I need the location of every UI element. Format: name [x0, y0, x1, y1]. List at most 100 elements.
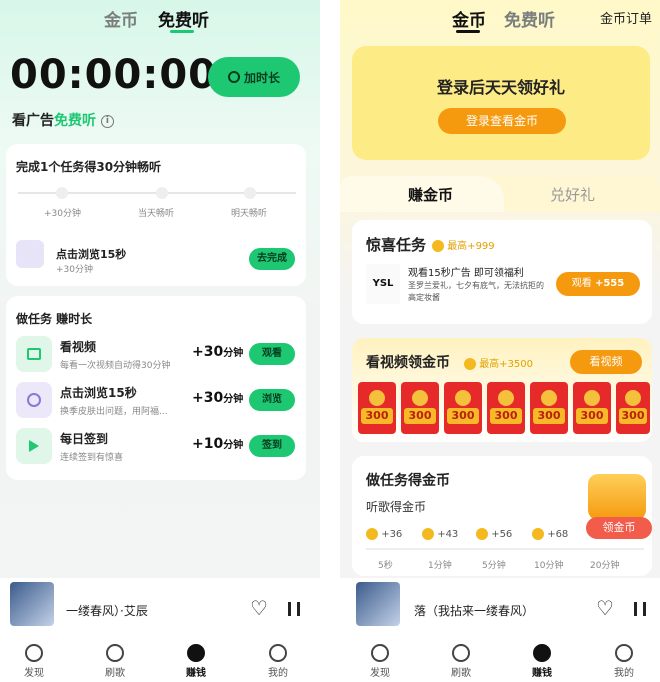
coin-icon — [432, 240, 444, 252]
tab-coins[interactable]: 金币 — [452, 6, 486, 31]
video-coins-card: 看视频领金币 最高+3500 看视频 300 300 300 300 300 3… — [352, 338, 652, 442]
add-time-label: 加时长 — [243, 70, 280, 85]
browse-icon — [16, 240, 44, 268]
task-coins-title: 做任务得金币 — [366, 473, 450, 489]
task-reward: +30分钟 — [192, 344, 244, 360]
listen-earn-label: 听歌得金币 — [366, 500, 427, 514]
headphones-icon — [106, 644, 124, 662]
surprise-task-card: 惊喜任务 最高+999 YSL 观看15秒广告 即可领福利 圣罗兰爱礼，七夕有底… — [352, 220, 652, 324]
tab-indicator — [170, 30, 194, 33]
heart-icon[interactable]: ♡ — [596, 598, 614, 618]
red-envelope[interactable]: 300 — [444, 382, 482, 434]
coin-orders-link[interactable]: 金币订单 — [600, 8, 652, 27]
album-cover[interactable] — [356, 582, 400, 626]
login-view-coins-button[interactable]: 登录查看金币 — [438, 108, 566, 134]
task-title: 点击浏览15秒 — [60, 386, 137, 400]
pause-icon[interactable] — [288, 602, 300, 616]
nav-discover[interactable]: 发现 — [360, 644, 400, 679]
timer-display: 00:00:00 — [10, 52, 217, 98]
progress-step-label: 明天畅听 — [231, 209, 268, 219]
go-complete-button[interactable]: 去完成 — [249, 248, 295, 270]
song-title: 一缕春风）·艾辰 — [66, 604, 148, 618]
left-screen: 金币 免费听 00:00:00 加时长 看广告免费听 i 完成1个任务得30分钟… — [0, 0, 320, 682]
progress-track — [366, 548, 644, 550]
song-title: 落（我拈来一缕春风） — [414, 604, 535, 618]
login-banner: 登录后天天领好礼 登录查看金币 — [352, 46, 650, 160]
nav-discover[interactable]: 发现 — [14, 644, 54, 679]
task-reward: +30分钟 — [192, 390, 244, 406]
video-coins-title: 看视频领金币 — [366, 355, 450, 371]
first-task-card: 完成1个任务得30分钟畅听 +30分钟 当天畅听 明天畅听 点击浏览15秒 +3… — [6, 144, 306, 286]
nav-earn[interactable]: 赚钱 — [176, 644, 216, 679]
money-bag-icon — [533, 644, 551, 662]
red-envelope[interactable]: 300 — [530, 382, 568, 434]
time-label: 1分钟 — [428, 561, 452, 571]
nav-me[interactable]: 我的 — [258, 644, 298, 679]
task-sub: 连续签到有惊喜 — [60, 453, 124, 463]
red-envelope[interactable]: 300 — [616, 382, 650, 434]
pause-icon[interactable] — [634, 602, 646, 616]
treasure-chest-icon[interactable] — [588, 474, 646, 520]
nav-me[interactable]: 我的 — [604, 644, 644, 679]
tasks-card-title: 做任务 赚时长 — [16, 312, 93, 326]
nav-earn[interactable]: 赚钱 — [522, 644, 562, 679]
add-time-button[interactable]: 加时长 — [208, 57, 300, 97]
time-label: 5秒 — [378, 561, 393, 571]
subtab-redeem-gifts[interactable]: 兑好礼 — [550, 184, 595, 205]
browse-button[interactable]: 浏览 — [249, 389, 295, 411]
task-reward: +10分钟 — [192, 436, 244, 452]
progress-node — [156, 187, 168, 199]
coin-icon — [464, 358, 476, 370]
surprise-line1: 观看15秒广告 即可领福利 — [408, 268, 524, 279]
first-task-item-sub: +30分钟 — [56, 265, 93, 275]
tasks-card: 做任务 赚时长 看视频 每看一次视频自动得30分钟 +30分钟 观看 点击浏览1… — [6, 296, 306, 480]
tab-free-listen[interactable]: 免费听 — [504, 6, 555, 31]
bottom-nav: 发现 刷歌 赚钱 我的 — [0, 636, 320, 682]
screen-gap — [320, 0, 340, 682]
task-sub: 换季皮肤出问题，用阿福... — [60, 407, 168, 417]
user-icon — [615, 644, 633, 662]
bottom-nav: 发现 刷歌 赚钱 我的 — [340, 636, 660, 682]
right-screen: 金币 免费听 金币订单 登录后天天领好礼 登录查看金币 赚金币 兑好礼 惊喜任务… — [340, 0, 660, 682]
tab-free-listen[interactable]: 免费听 — [158, 6, 209, 31]
ad-listen-suffix: 免费听 — [54, 113, 96, 129]
tab-coins[interactable]: 金币 — [104, 6, 138, 31]
mini-player[interactable]: 落（我拈来一缕春风） ♡ — [340, 578, 660, 636]
mini-player[interactable]: 一缕春风）·艾辰 ♡ — [0, 578, 320, 636]
claim-coins-button[interactable]: 领金币 — [586, 517, 652, 539]
heart-icon[interactable]: ♡ — [250, 598, 268, 618]
nav-browse-songs[interactable]: 刷歌 — [95, 644, 135, 679]
surprise-watch-button[interactable]: 观看 +555 — [556, 272, 640, 296]
surprise-badge: 最高+999 — [432, 237, 495, 252]
reward-step: +43 — [422, 528, 458, 540]
watch-button[interactable]: 观看 — [249, 343, 295, 365]
time-label: 5分钟 — [482, 561, 506, 571]
task-title: 看视频 — [60, 340, 97, 354]
watch-video-button[interactable]: 看视频 — [570, 350, 642, 374]
tab-indicator — [456, 30, 480, 33]
red-envelope[interactable]: 300 — [358, 382, 396, 434]
surprise-title: 惊喜任务 — [366, 236, 427, 254]
info-icon[interactable]: i — [100, 114, 114, 128]
red-envelope[interactable]: 300 — [401, 382, 439, 434]
clock-icon — [227, 71, 240, 83]
subtab-earn-coins[interactable]: 赚金币 — [408, 184, 453, 205]
nav-browse-songs[interactable]: 刷歌 — [441, 644, 481, 679]
reward-step: +36 — [366, 528, 402, 540]
reward-step: +68 — [532, 528, 568, 540]
calendar-icon — [16, 336, 52, 372]
progress-node — [56, 187, 68, 199]
surprise-line2: 圣罗兰爱礼，七夕有底气，无法抗拒的高定妆酱 — [408, 281, 544, 302]
red-envelope[interactable]: 300 — [487, 382, 525, 434]
first-task-item-title: 点击浏览15秒 — [56, 248, 127, 261]
time-label: 10分钟 — [534, 561, 564, 571]
checkin-button[interactable]: 签到 — [249, 435, 295, 457]
money-bag-icon — [187, 644, 205, 662]
album-cover[interactable] — [10, 582, 54, 626]
subtab-bar: 赚金币 兑好礼 — [340, 176, 660, 212]
time-label: 20分钟 — [590, 561, 620, 571]
login-banner-title: 登录后天天领好礼 — [436, 78, 565, 97]
red-envelope[interactable]: 300 — [573, 382, 611, 434]
browse-icon — [16, 382, 52, 418]
ysl-logo: YSL — [366, 264, 400, 304]
